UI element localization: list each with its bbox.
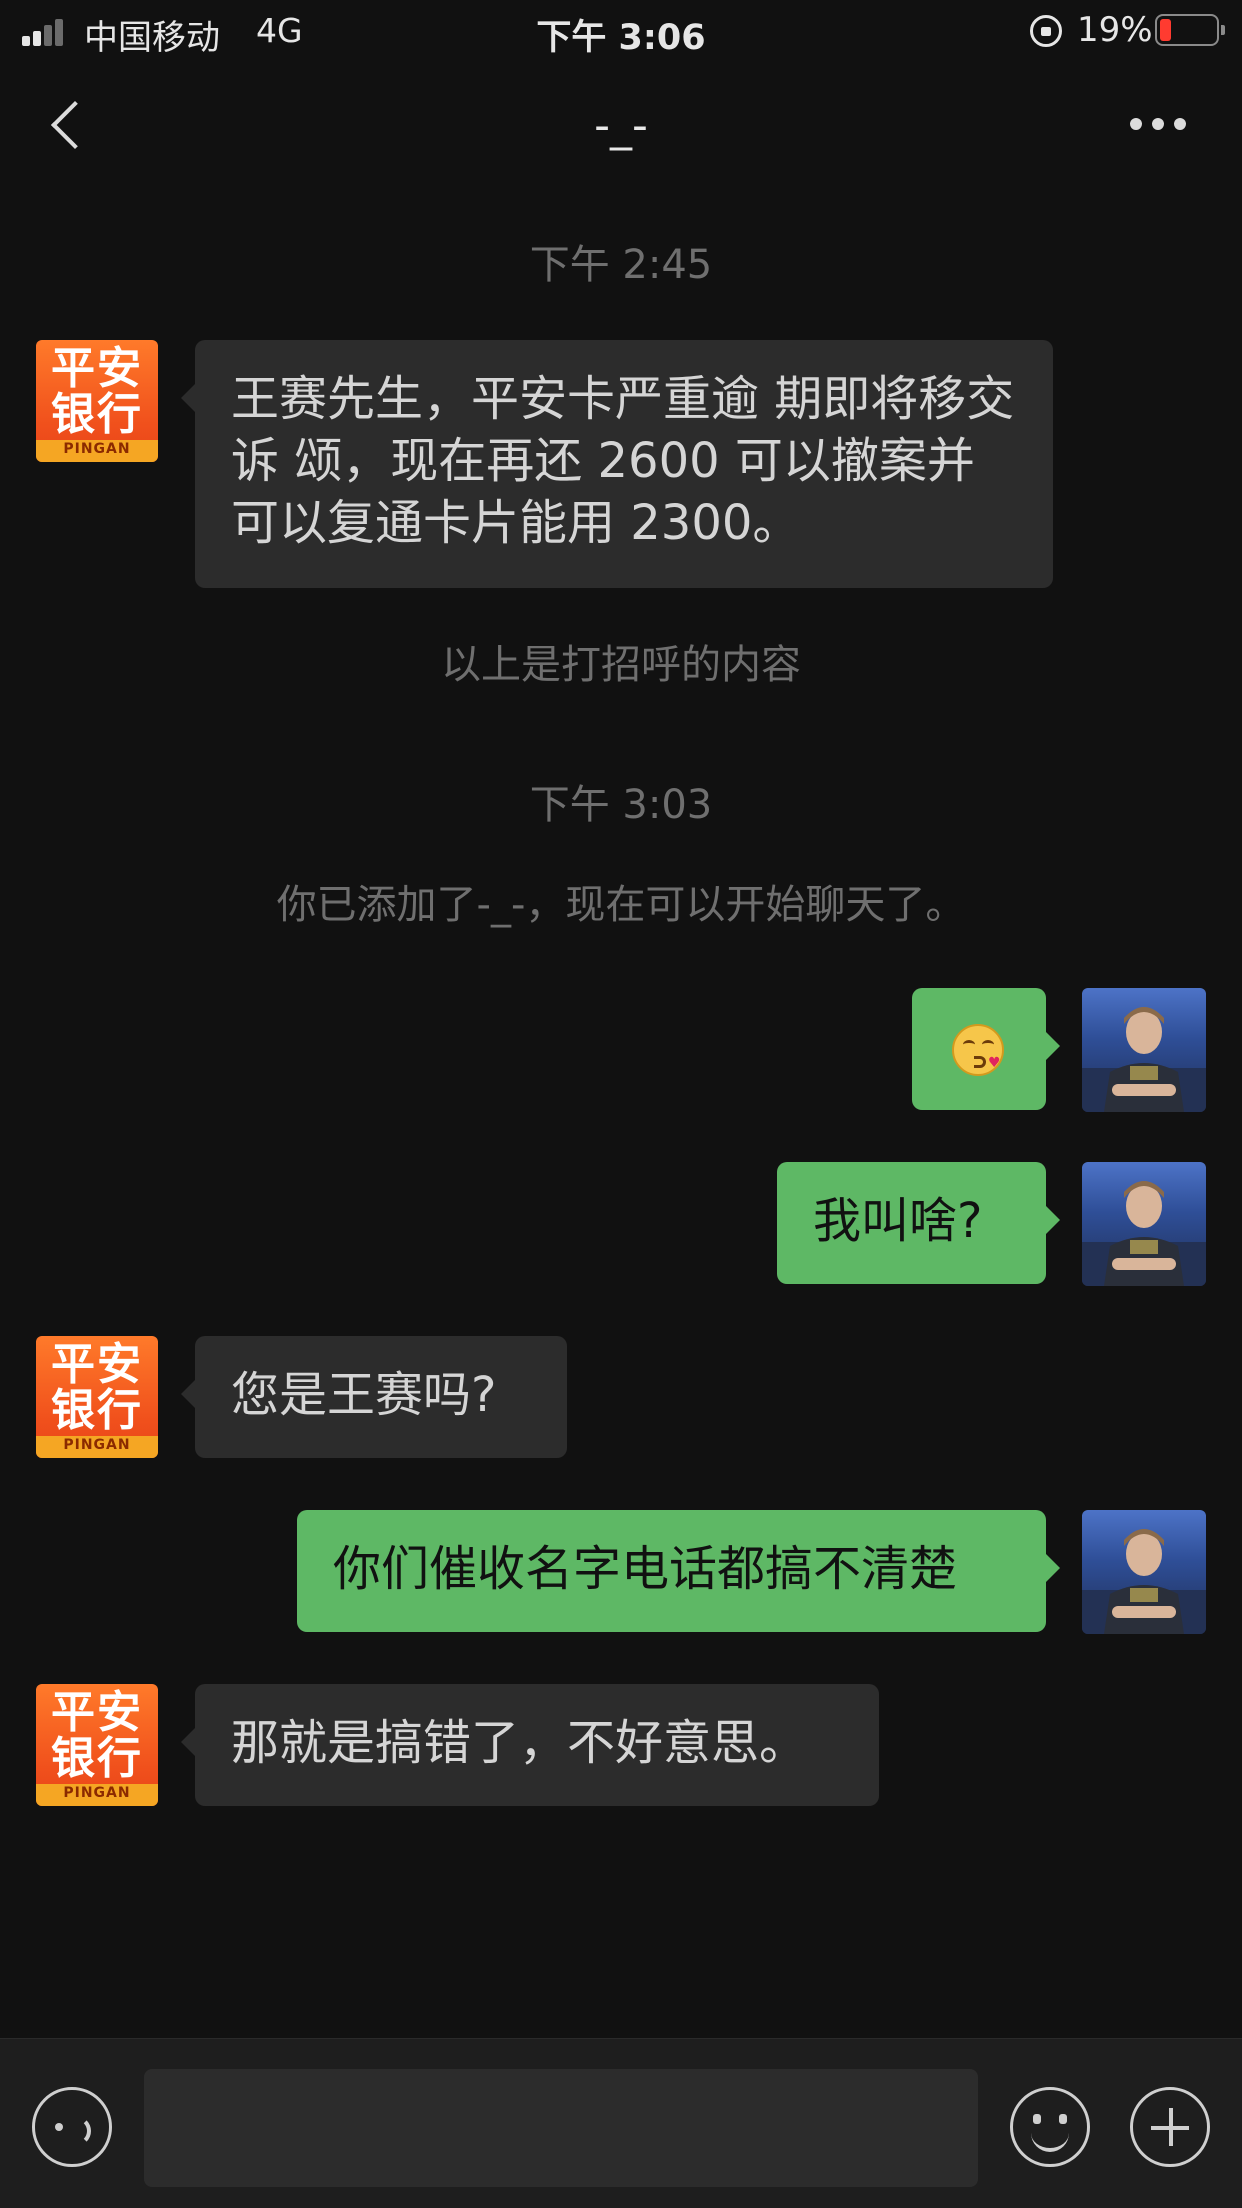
battery-percent: 19% — [1077, 10, 1153, 50]
message-bubble-incoming[interactable]: 那就是搞错了，不好意思。 — [181, 1684, 879, 1806]
message-input[interactable] — [144, 2069, 978, 2187]
more-dots-icon[interactable] — [1130, 118, 1186, 132]
friend-added-note: 你已添加了-_-，现在可以开始聊天了。 — [276, 882, 966, 928]
avatar-portrait — [1082, 1007, 1206, 1112]
avatar-portrait — [1082, 1529, 1206, 1634]
message-bubble-outgoing-emoji[interactable]: ♥ — [912, 988, 1060, 1110]
bank-logo-brand: PINGAN — [63, 1785, 131, 1801]
message-bubble-incoming[interactable]: 您是王赛吗? — [181, 1336, 567, 1458]
battery-icon — [1155, 14, 1225, 46]
emoji-icon[interactable] — [1010, 2087, 1090, 2167]
avatar-me[interactable] — [1082, 1510, 1206, 1634]
chat-list[interactable]: 下午 2:45 平安 银行 PINGAN 王赛先生，平安卡严重逾 期即将移交诉 颂… — [0, 192, 1242, 2038]
plus-circle-icon[interactable] — [1130, 2087, 1210, 2167]
bank-logo-text: 平安 银行 — [51, 1339, 143, 1436]
kissing-face-emoji: ♥ — [952, 1024, 1004, 1076]
voice-icon[interactable] — [32, 2087, 112, 2167]
rotation-lock-icon — [1030, 15, 1062, 47]
chat-title: -_- — [594, 100, 648, 151]
greeting-note: 以上是打招呼的内容 — [441, 642, 801, 688]
status-bar: 中国移动 4G 下午 3:06 19% — [0, 0, 1242, 62]
bank-logo-brand: PINGAN — [63, 441, 131, 457]
avatar-bank[interactable]: 平安 银行 PINGAN — [36, 1336, 158, 1458]
input-bar — [0, 2038, 1242, 2208]
bank-logo-brand: PINGAN — [63, 1437, 131, 1453]
message-bubble-outgoing[interactable]: 你们催收名字电话都搞不清楚 — [297, 1510, 1060, 1632]
message-bubble-incoming[interactable]: 王赛先生，平安卡严重逾 期即将移交诉 颂，现在再还 2600 可以撤案并可以复通… — [181, 340, 1053, 588]
bank-logo-text: 平安 银行 — [51, 343, 143, 440]
battery-fill — [1160, 19, 1171, 41]
avatar-me[interactable] — [1082, 1162, 1206, 1286]
timestamp: 下午 2:45 — [529, 242, 713, 288]
avatar-bank[interactable]: 平安 银行 PINGAN — [36, 1684, 158, 1806]
timestamp: 下午 3:03 — [529, 782, 713, 828]
avatar-me[interactable] — [1082, 988, 1206, 1112]
message-bubble-outgoing[interactable]: 我叫啥? — [777, 1162, 1060, 1284]
bank-logo-text: 平安 银行 — [51, 1687, 143, 1784]
avatar-portrait — [1082, 1181, 1206, 1286]
nav-bar: -_- — [0, 62, 1242, 192]
avatar-bank[interactable]: 平安 银行 PINGAN — [36, 340, 158, 462]
